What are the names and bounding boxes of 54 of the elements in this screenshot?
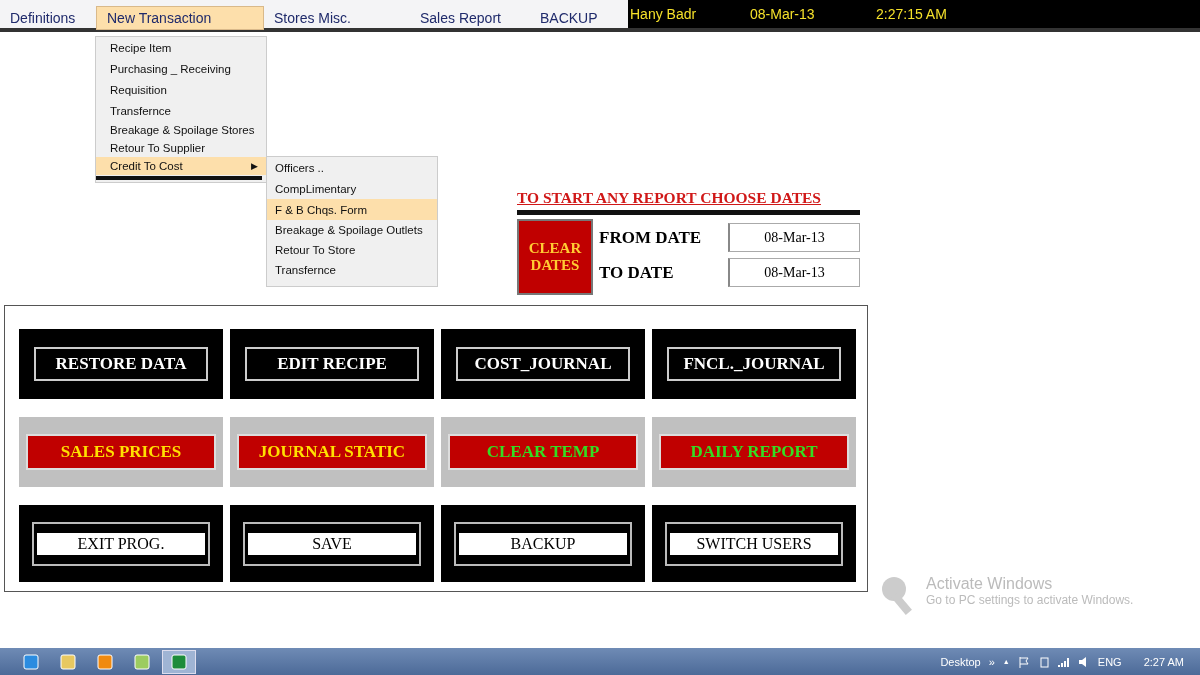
flag-icon[interactable] — [1017, 655, 1030, 668]
action-button[interactable]: EDIT RECIPE — [245, 347, 419, 381]
menu-option[interactable]: Breakage & Spoilage Outlets — [267, 220, 437, 240]
menu-item[interactable]: Definitions — [0, 6, 96, 30]
device-icon[interactable] — [1037, 655, 1050, 668]
menu-item[interactable]: BACKUP — [530, 6, 622, 30]
taskbar-app[interactable] — [162, 649, 196, 674]
signal-icon[interactable] — [1057, 655, 1070, 668]
menu-item[interactable]: Stores Misc. — [264, 6, 410, 30]
clear-dates-button[interactable]: CLEAR DATES — [517, 219, 593, 295]
menu-option[interactable]: Transfernce — [96, 100, 266, 121]
clock[interactable]: 2:27 AM — [1143, 655, 1184, 668]
date-label: FROM DATE — [599, 227, 702, 248]
menu-item[interactable]: Sales Report — [410, 6, 530, 30]
dates-heading: TO START ANY REPORT CHOOSE DATES — [517, 189, 822, 207]
date-field[interactable]: 08-Mar-13 — [728, 258, 860, 287]
app-icon — [97, 653, 113, 670]
action-button[interactable]: JOURNAL STATIC — [237, 434, 427, 470]
desktop-toolbar[interactable]: Desktop — [940, 655, 981, 668]
language-indicator[interactable]: ENG — [1097, 655, 1122, 668]
action-button[interactable]: BACKUP — [459, 532, 627, 555]
menu-option[interactable]: Breakage & Spoilage Stores — [96, 121, 266, 139]
app-icon — [171, 653, 187, 670]
date-field[interactable]: 08-Mar-13 — [728, 223, 860, 252]
action-button[interactable]: RESTORE DATA — [34, 347, 208, 381]
activation-hint: Go to PC settings to activate Windows. — [926, 593, 1134, 607]
menu-option[interactable]: Requisition — [96, 79, 266, 100]
activation-title: Activate Windows — [926, 575, 1054, 593]
menu-option[interactable]: F & B Chqs. Form — [267, 199, 437, 220]
menu-option[interactable]: Officers .. — [267, 157, 437, 178]
menu-option[interactable]: Purchasing _ Receiving — [96, 58, 266, 79]
current-date: 08-Mar-13 — [749, 6, 816, 24]
action-button[interactable]: FNCL._JOURNAL — [667, 347, 841, 381]
action-button[interactable]: COST_JOURNAL — [456, 347, 630, 381]
user-name: Hany Badr — [629, 6, 698, 24]
chevron[interactable]: » — [988, 655, 995, 668]
app-icon — [60, 653, 76, 670]
action-button[interactable]: CLEAR TEMP — [448, 434, 638, 470]
menu-item[interactable]: New Transaction — [96, 6, 264, 30]
action-button[interactable]: DAILY REPORT — [659, 434, 849, 470]
app-icon — [23, 653, 39, 670]
menu-option[interactable]: CompLimentary — [267, 178, 437, 199]
action-button[interactable]: EXIT PROG. — [37, 532, 205, 555]
action-button[interactable]: SWITCH USERS — [670, 532, 838, 555]
menu-option[interactable]: Credit To Cost ▶ — [96, 157, 266, 175]
app-icon — [134, 653, 150, 670]
menu-option[interactable]: Recipe Item — [96, 37, 266, 58]
menu-option[interactable]: Transfernce — [267, 260, 437, 280]
current-time: 2:27:15 AM — [875, 6, 948, 24]
menu-option[interactable]: Retour To Store — [267, 240, 437, 260]
action-button[interactable]: SALES PRICES — [26, 434, 216, 470]
date-label: TO DATE — [599, 262, 674, 283]
action-button[interactable]: SAVE — [248, 532, 416, 555]
menu-option[interactable]: Retour To Supplier — [96, 139, 266, 157]
